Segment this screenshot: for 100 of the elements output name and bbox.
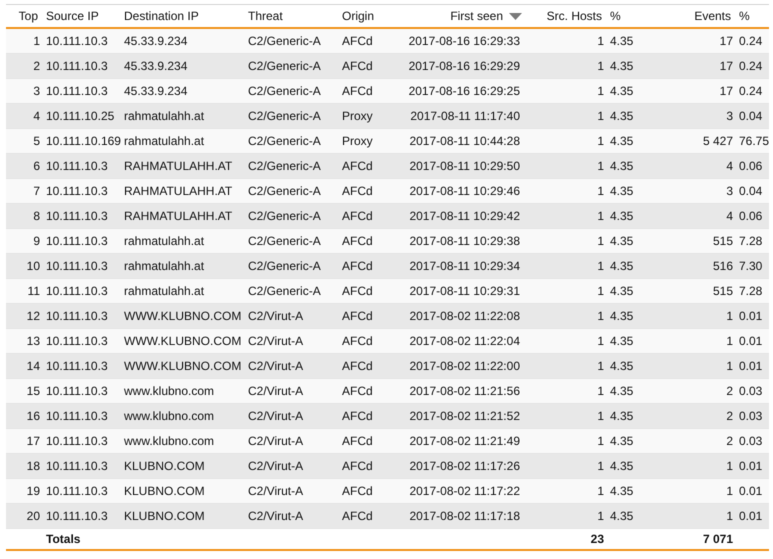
table-cell: 10.111.10.3 <box>42 404 120 428</box>
table-cell: RAHMATULAHH.AT <box>120 154 244 178</box>
table-cell: 19 <box>6 478 42 504</box>
table-cell: 6 <box>6 154 42 178</box>
table-cell: 4.35 <box>606 54 645 78</box>
table-cell: 1 <box>522 404 606 428</box>
table-cell: 0.03 <box>735 428 769 454</box>
table-cell: 4.35 <box>606 454 645 478</box>
table-cell: 2017-08-11 10:29:34 <box>398 254 522 278</box>
table-cell: AFCd <box>338 378 398 404</box>
table-cell: 14 <box>6 354 42 378</box>
table-cell: 2017-08-02 11:22:04 <box>398 328 522 354</box>
table-cell: C2/Virut-A <box>244 504 338 528</box>
table-cell: 4.35 <box>606 504 645 528</box>
table-cell: 45.33.9.234 <box>120 54 244 78</box>
table-cell: C2/Virut-A <box>244 328 338 354</box>
table-cell: 2017-08-02 11:21:56 <box>398 378 522 404</box>
table-cell: RAHMATULAHH.AT <box>120 178 244 204</box>
table-cell: 2017-08-02 11:17:18 <box>398 504 522 528</box>
table-cell: AFCd <box>338 28 398 54</box>
totals-label: Totals <box>46 532 80 546</box>
table-cell: 0.03 <box>735 378 769 404</box>
table-cell: 2017-08-02 11:22:00 <box>398 354 522 378</box>
table-cell: rahmatulahh.at <box>120 254 244 278</box>
table-cell: 45.33.9.234 <box>120 28 244 54</box>
table-cell: 0.04 <box>735 104 769 128</box>
table-cell: KLUBNO.COM <box>120 478 244 504</box>
table-cell: 1 <box>522 78 606 104</box>
table-cell: 4.35 <box>606 304 645 328</box>
table-cell: 10.111.10.3 <box>42 328 120 354</box>
table-cell: AFCd <box>338 78 398 104</box>
table-cell: 10.111.10.25 <box>42 104 120 128</box>
table-cell: 2017-08-11 11:17:40 <box>398 104 522 128</box>
table-cell: 4.35 <box>606 154 645 178</box>
table-cell: 4.35 <box>606 354 645 378</box>
table-cell: 515 <box>645 228 735 254</box>
table-cell: 10.111.10.3 <box>42 204 120 228</box>
table-cell: 1 <box>645 354 735 378</box>
table-cell: AFCd <box>338 328 398 354</box>
table-cell: 4.35 <box>606 478 645 504</box>
table-cell: 4.35 <box>606 278 645 304</box>
table-cell: 5 <box>6 128 42 154</box>
table-cell: 2017-08-16 16:29:33 <box>398 28 522 54</box>
table-cell: 17 <box>645 54 735 78</box>
table-cell: 2 <box>6 54 42 78</box>
table-cell: 2017-08-11 10:29:38 <box>398 228 522 254</box>
table-cell: 0.01 <box>735 304 769 328</box>
total-value: 23 <box>590 532 604 546</box>
table-cell: 17 <box>645 28 735 54</box>
table-cell: AFCd <box>338 404 398 428</box>
table-cell: C2/Virut-A <box>244 454 338 478</box>
table-cell: C2/Generic-A <box>244 254 338 278</box>
table-cell: 1 <box>645 304 735 328</box>
table-cell: rahmatulahh.at <box>120 128 244 154</box>
table-cell: 2017-08-16 16:29:25 <box>398 78 522 104</box>
table-cell: 10.111.10.3 <box>42 478 120 504</box>
table-cell: AFCd <box>338 354 398 378</box>
table-cell: 4.35 <box>606 104 645 128</box>
table-cell: 0.03 <box>735 404 769 428</box>
table-cell: Proxy <box>338 128 398 154</box>
table-cell: C2/Virut-A <box>244 354 338 378</box>
table-cell: C2/Virut-A <box>244 428 338 454</box>
table-cell: 45.33.9.234 <box>120 78 244 104</box>
table-cell: C2/Generic-A <box>244 154 338 178</box>
table-cell: 1 <box>522 328 606 354</box>
table-cell: 1 <box>522 428 606 454</box>
table-cell: 2017-08-11 10:29:46 <box>398 178 522 204</box>
table-cell: 7 <box>6 178 42 204</box>
table-cell: 4.35 <box>606 404 645 428</box>
table-cell: AFCd <box>338 278 398 304</box>
table-cell: 0.04 <box>735 178 769 204</box>
table-cell: KLUBNO.COM <box>120 454 244 478</box>
table-cell: 17 <box>645 78 735 104</box>
table-cell: www.klubno.com <box>120 378 244 404</box>
table-cell: 2 <box>645 378 735 404</box>
table-cell: WWW.KLUBNO.COM <box>120 328 244 354</box>
table-cell: 4 <box>645 204 735 228</box>
table-cell: 1 <box>522 104 606 128</box>
table-cell: 4.35 <box>606 78 645 104</box>
table-cell: C2/Generic-A <box>244 228 338 254</box>
table-cell: 0.06 <box>735 154 769 178</box>
table-cell: 7.28 <box>735 278 769 304</box>
table-cell: AFCd <box>338 304 398 328</box>
table-cell: 1 <box>522 504 606 528</box>
table-cell: 10.111.10.3 <box>42 304 120 328</box>
total-value: 7 071 <box>702 532 733 546</box>
table-cell: 1 <box>6 28 42 54</box>
table-cell: 8 <box>6 204 42 228</box>
table-cell: 10.111.10.3 <box>42 454 120 478</box>
table-cell: 0.01 <box>735 478 769 504</box>
table-cell: www.klubno.com <box>120 428 244 454</box>
table-cell: rahmatulahh.at <box>120 278 244 304</box>
table-cell: 4.35 <box>606 228 645 254</box>
table-cell: 10.111.10.3 <box>42 378 120 404</box>
table-cell: 4.35 <box>606 28 645 54</box>
table-cell: 4.35 <box>606 254 645 278</box>
table-cell: 0.24 <box>735 54 769 78</box>
table-cell: 4 <box>6 104 42 128</box>
table-cell: 2017-08-11 10:29:50 <box>398 154 522 178</box>
table-cell: 2017-08-11 10:29:31 <box>398 278 522 304</box>
